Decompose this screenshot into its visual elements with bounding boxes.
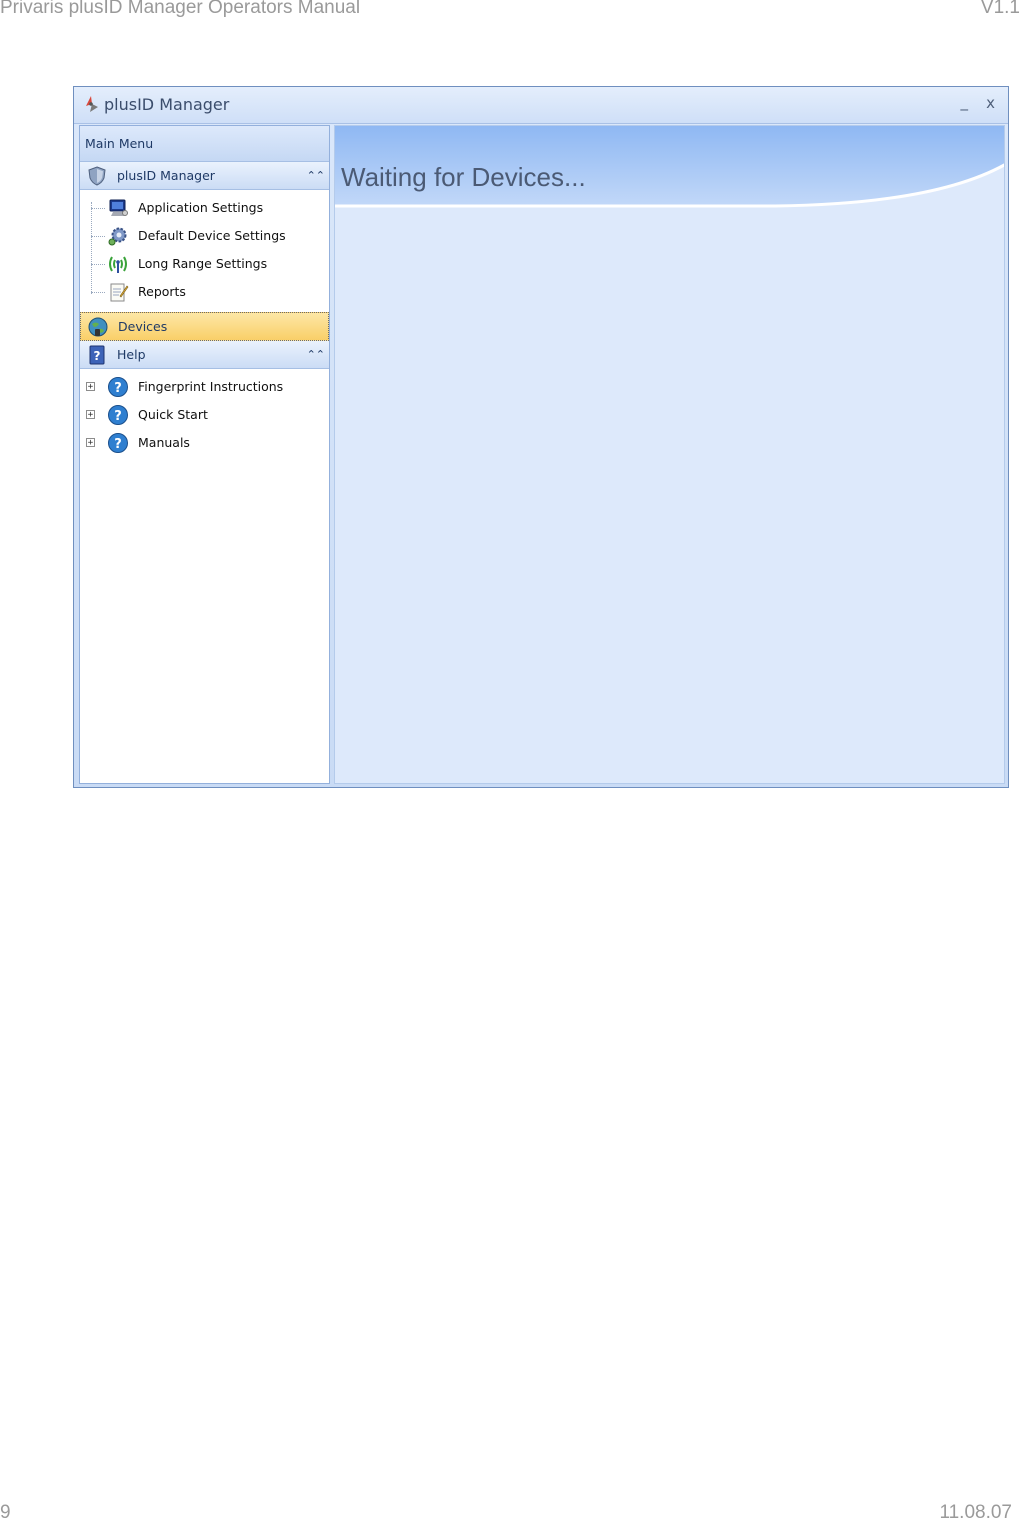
app-window: plusID Manager _ x Main Menu plusID Mana… bbox=[73, 86, 1009, 788]
group-header-devices[interactable]: Devices bbox=[80, 312, 329, 341]
monitor-icon bbox=[109, 199, 128, 216]
antenna-icon bbox=[109, 256, 127, 273]
waiting-heading: Waiting for Devices... bbox=[341, 162, 586, 192]
menu-item-reports[interactable]: Reports bbox=[80, 278, 329, 306]
group-items-plusid-manager: Application Settings Default Device Sett… bbox=[80, 190, 329, 312]
minimize-button[interactable]: _ bbox=[961, 93, 969, 111]
group-items-help: + ? Fingerprint Instructions + ? Quick S… bbox=[80, 369, 329, 463]
expand-plus-icon[interactable]: + bbox=[86, 410, 95, 420]
help-item-quick-start[interactable]: + ? Quick Start bbox=[80, 401, 329, 429]
tree-branch bbox=[91, 208, 105, 209]
question-icon: ? bbox=[108, 433, 128, 453]
group-label: plusID Manager bbox=[117, 168, 215, 183]
svg-text:?: ? bbox=[94, 349, 101, 363]
menu-item-label: Default Device Settings bbox=[138, 228, 286, 243]
sidebar-main-menu: Main Menu plusID Manager ⌃⌃ Application … bbox=[79, 125, 330, 784]
collapse-chevron-icon[interactable]: ⌃⌃ bbox=[307, 341, 325, 368]
help-item-fingerprint-instructions[interactable]: + ? Fingerprint Instructions bbox=[80, 373, 329, 401]
svg-text:?: ? bbox=[114, 409, 122, 424]
svg-text:?: ? bbox=[114, 381, 122, 396]
help-item-manuals[interactable]: + ? Manuals bbox=[80, 429, 329, 457]
help-item-label: Manuals bbox=[138, 435, 190, 450]
notepad-icon bbox=[110, 283, 129, 302]
shield-icon bbox=[88, 166, 106, 186]
page-header-title: Privaris plusID Manager Operators Manual bbox=[0, 0, 361, 18]
group-label: Devices bbox=[118, 319, 168, 334]
menu-item-application-settings[interactable]: Application Settings bbox=[80, 194, 329, 222]
title-bar[interactable]: plusID Manager _ x bbox=[74, 87, 1008, 124]
menu-item-label: Application Settings bbox=[138, 200, 264, 215]
expand-plus-icon[interactable]: + bbox=[86, 382, 95, 392]
close-button[interactable]: x bbox=[986, 94, 995, 112]
menu-item-label: Long Range Settings bbox=[138, 256, 268, 271]
collapse-chevron-icon[interactable]: ⌃⌃ bbox=[307, 162, 325, 189]
group-header-help[interactable]: ? Help ⌃⌃ bbox=[80, 341, 329, 369]
sidebar-title: Main Menu bbox=[80, 126, 329, 162]
svg-text:?: ? bbox=[114, 437, 122, 452]
help-item-label: Quick Start bbox=[138, 407, 208, 422]
app-logo-icon bbox=[86, 96, 98, 112]
gear-icon bbox=[108, 227, 127, 246]
group-label: Help bbox=[117, 347, 146, 362]
menu-item-long-range-settings[interactable]: Long Range Settings bbox=[80, 250, 329, 278]
globe-icon bbox=[88, 317, 108, 337]
help-item-label: Fingerprint Instructions bbox=[138, 379, 284, 394]
question-icon: ? bbox=[108, 405, 128, 425]
tree-branch bbox=[91, 236, 105, 237]
tree-branch bbox=[91, 264, 105, 265]
expand-plus-icon[interactable]: + bbox=[86, 438, 95, 448]
help-book-icon: ? bbox=[89, 345, 105, 365]
menu-item-label: Reports bbox=[138, 284, 186, 299]
window-title: plusID Manager bbox=[104, 95, 230, 114]
menu-item-default-device-settings[interactable]: Default Device Settings bbox=[80, 222, 329, 250]
page-header-version: V1.1 bbox=[980, 0, 1020, 18]
question-icon: ? bbox=[108, 377, 128, 397]
content-panel: Waiting for Devices... bbox=[334, 125, 1005, 784]
tree-branch bbox=[91, 292, 105, 293]
group-header-plusid-manager[interactable]: plusID Manager ⌃⌃ bbox=[80, 162, 329, 190]
